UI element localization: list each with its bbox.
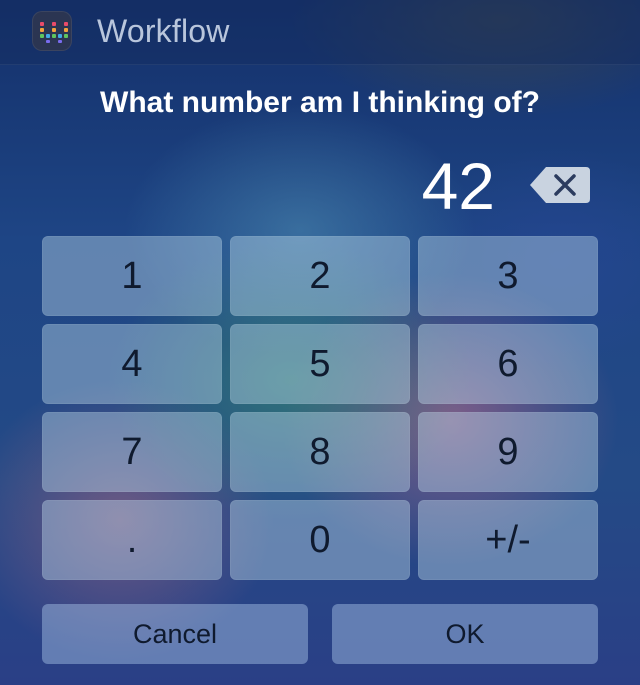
key-2[interactable]: 2: [230, 236, 410, 316]
ok-button[interactable]: OK: [332, 604, 598, 664]
key-7[interactable]: 7: [42, 412, 222, 492]
cancel-button[interactable]: Cancel: [42, 604, 308, 664]
prompt-title: What number am I thinking of?: [100, 86, 540, 119]
key-4[interactable]: 4: [42, 324, 222, 404]
app-header: Workflow: [0, 0, 640, 65]
app-title: Workflow: [97, 13, 230, 49]
backspace-icon: [530, 167, 590, 203]
key-5[interactable]: 5: [230, 324, 410, 404]
key-8[interactable]: 8: [230, 412, 410, 492]
number-display: 42: [421, 149, 495, 223]
key-0[interactable]: 0: [230, 500, 410, 580]
key-3[interactable]: 3: [418, 236, 598, 316]
key-9[interactable]: 9: [418, 412, 598, 492]
key-6[interactable]: 6: [418, 324, 598, 404]
workflow-app-icon: [32, 11, 72, 51]
key-1[interactable]: 1: [42, 236, 222, 316]
backspace-button[interactable]: [530, 167, 590, 203]
key-sign-toggle[interactable]: +/-: [418, 500, 598, 580]
key-decimal[interactable]: .: [42, 500, 222, 580]
